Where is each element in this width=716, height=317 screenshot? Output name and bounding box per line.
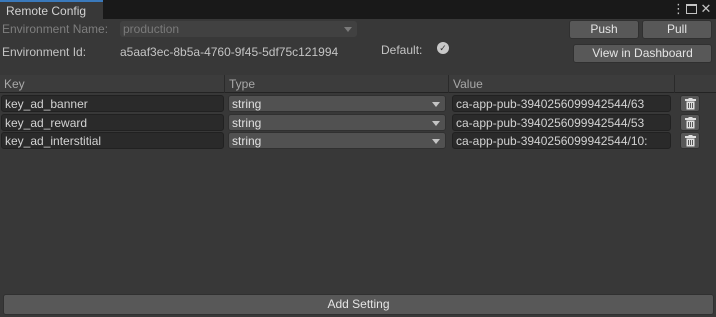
type-value: string (232, 116, 262, 130)
close-icon[interactable]: ✕ (700, 1, 712, 16)
key-input[interactable]: key_ad_reward (1, 114, 224, 131)
chevron-down-icon (344, 27, 352, 32)
key-input[interactable]: key_ad_banner (1, 95, 224, 112)
pull-button[interactable]: Pull (642, 20, 712, 39)
default-checkmark-icon: ✓ (437, 42, 449, 54)
type-dropdown[interactable]: string (228, 132, 446, 149)
chevron-down-icon (432, 121, 440, 126)
kebab-menu-icon[interactable]: ⋮ (672, 2, 685, 16)
delete-button[interactable] (680, 95, 700, 112)
chevron-down-icon (432, 139, 440, 144)
table-row: key_ad_reward string ca-app-pub-39402560… (0, 114, 716, 132)
tab-remote-config[interactable]: Remote Config (0, 0, 103, 19)
delete-button[interactable] (680, 132, 700, 149)
table-header: Key Type Value (0, 75, 716, 93)
add-setting-button[interactable]: Add Setting (3, 294, 714, 315)
tab-bar: Remote Config ⋮ ✕ (0, 0, 716, 19)
environment-name-select[interactable]: production (120, 21, 357, 37)
type-value: string (232, 134, 262, 148)
push-button[interactable]: Push (569, 20, 639, 39)
type-dropdown[interactable]: string (228, 95, 446, 112)
column-header-value[interactable]: Value (449, 75, 675, 93)
table-row: key_ad_interstitial string ca-app-pub-39… (0, 132, 716, 150)
value-input[interactable]: ca-app-pub-3940256099942544/63 (452, 95, 671, 112)
environment-id-label: Environment Id: (2, 45, 87, 59)
column-header-type[interactable]: Type (225, 75, 449, 93)
column-header-actions (675, 75, 716, 93)
environment-id-value: a5aaf3ec-8b5a-4760-9f45-5df75c121994 (120, 45, 339, 59)
environment-name-value: production (123, 22, 180, 36)
key-input[interactable]: key_ad_interstitial (1, 132, 224, 149)
view-in-dashboard-button[interactable]: View in Dashboard (573, 44, 712, 63)
trash-icon (685, 117, 696, 129)
environment-name-label: Environment Name: (2, 22, 109, 36)
type-value: string (232, 97, 262, 111)
maximize-icon[interactable] (686, 4, 697, 14)
value-input[interactable]: ca-app-pub-3940256099942544/10: (452, 132, 671, 149)
trash-icon (685, 135, 696, 147)
default-label: Default: (381, 43, 423, 57)
table-row: key_ad_banner string ca-app-pub-39402560… (0, 95, 716, 113)
trash-icon (685, 98, 696, 110)
value-input[interactable]: ca-app-pub-3940256099942544/53 (452, 114, 671, 131)
column-header-key[interactable]: Key (0, 75, 225, 93)
delete-button[interactable] (680, 114, 700, 131)
type-dropdown[interactable]: string (228, 114, 446, 131)
chevron-down-icon (432, 102, 440, 107)
